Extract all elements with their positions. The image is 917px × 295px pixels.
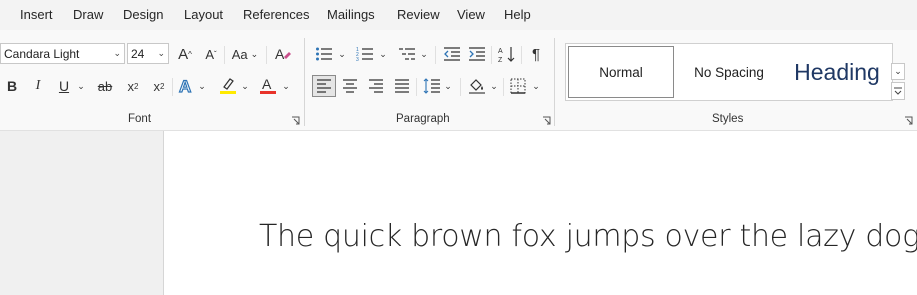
divider xyxy=(224,46,225,64)
paragraph-group-label: Paragraph xyxy=(396,113,450,125)
change-case-label: Aa xyxy=(231,46,248,62)
group-divider xyxy=(554,38,555,126)
style-normal-label: Normal xyxy=(599,64,643,80)
divider xyxy=(460,78,461,96)
menu-references[interactable]: References xyxy=(243,7,309,22)
subscript-icon[interactable]: x2 xyxy=(122,75,144,97)
ribbon: Candara Light ⌄ 24 ⌄ A ^ Aˇ Aa ⌄ A B I U ⌄… xyxy=(0,30,917,131)
menu-help[interactable]: Help xyxy=(504,7,531,22)
show-formatting-marks-icon[interactable]: ¶ xyxy=(526,43,546,65)
divider xyxy=(266,46,267,64)
svg-text:A: A xyxy=(498,48,503,55)
style-no-spacing-label: No Spacing xyxy=(694,64,764,80)
font-name-dropdown[interactable]: Candara Light ⌄ xyxy=(0,43,125,64)
change-case-button[interactable]: Aa ⌄ xyxy=(229,43,261,65)
group-divider xyxy=(304,38,305,126)
document-page[interactable]: The quick brown fox jumps over the lazy … xyxy=(163,131,917,295)
shrink-font-icon[interactable]: Aˇ xyxy=(200,43,222,65)
font-group-label: Font xyxy=(128,113,152,125)
chevron-down-icon[interactable]: ⌄ xyxy=(240,75,250,97)
chevron-down-icon: ⌄ xyxy=(250,48,259,59)
chevron-down-icon[interactable]: ⌄ xyxy=(378,43,388,65)
svg-text:3: 3 xyxy=(356,57,359,62)
paragraph-dialog-launcher-icon[interactable] xyxy=(542,116,551,125)
italic-icon[interactable]: I xyxy=(28,75,48,97)
decrease-indent-icon[interactable] xyxy=(441,43,463,65)
style-heading-label: Heading xyxy=(794,58,880,85)
divider xyxy=(172,78,173,96)
divider xyxy=(416,78,417,96)
divider xyxy=(491,46,492,64)
chevron-down-icon: ⌄ xyxy=(157,48,165,58)
align-center-icon[interactable] xyxy=(339,75,361,97)
chevron-down-icon[interactable]: ⌄ xyxy=(489,75,499,97)
document-text: The quick brown fox jumps over the lazy … xyxy=(259,219,917,254)
menu-insert[interactable]: Insert xyxy=(20,7,53,22)
underline-icon[interactable]: U xyxy=(54,75,74,97)
svg-text:Z: Z xyxy=(498,57,503,63)
chevron-down-icon[interactable]: ⌄ xyxy=(531,75,541,97)
divider xyxy=(503,78,504,96)
chevron-down-icon[interactable]: ⌄ xyxy=(443,75,453,97)
strikethrough-icon[interactable]: ab xyxy=(94,75,116,97)
grow-font-icon[interactable]: A ^ xyxy=(174,43,196,65)
align-left-icon[interactable] xyxy=(312,75,336,97)
style-normal[interactable]: Normal xyxy=(568,46,674,98)
borders-icon[interactable] xyxy=(507,75,529,97)
menu-mailings[interactable]: Mailings xyxy=(327,7,375,22)
font-size-dropdown[interactable]: 24 ⌄ xyxy=(127,43,169,64)
increase-indent-icon[interactable] xyxy=(466,43,488,65)
multilevel-list-icon[interactable] xyxy=(396,43,418,65)
chevron-down-icon: ⌄ xyxy=(113,48,121,58)
superscript-icon[interactable]: x2 xyxy=(148,75,170,97)
sort-icon[interactable]: AZ xyxy=(496,43,518,65)
menu-view[interactable]: View xyxy=(457,7,485,22)
divider xyxy=(435,46,436,64)
menu-layout[interactable]: Layout xyxy=(184,7,223,22)
highlight-color-icon[interactable] xyxy=(218,75,238,97)
menu-review[interactable]: Review xyxy=(397,7,440,22)
font-size-value: 24 xyxy=(131,47,145,61)
numbering-icon[interactable]: 123 xyxy=(354,43,376,65)
styles-group-label: Styles xyxy=(712,113,744,125)
svg-text:A: A xyxy=(179,77,191,95)
line-spacing-icon[interactable] xyxy=(421,75,443,97)
styles-dialog-launcher-icon[interactable] xyxy=(904,116,913,125)
chevron-down-icon[interactable]: ⌄ xyxy=(419,43,429,65)
style-heading[interactable]: Heading xyxy=(784,46,890,98)
chevron-down-icon[interactable]: ⌄ xyxy=(337,43,347,65)
bold-icon[interactable]: B xyxy=(2,75,22,97)
menu-design[interactable]: Design xyxy=(123,7,163,22)
font-dialog-launcher-icon[interactable] xyxy=(291,116,300,125)
svg-text:A: A xyxy=(275,46,285,62)
chevron-down-icon[interactable]: ⌄ xyxy=(76,75,86,97)
text-effects-icon[interactable]: A xyxy=(176,75,196,97)
font-name-value: Candara Light xyxy=(4,47,80,61)
styles-gallery: Normal No Spacing Heading xyxy=(565,43,893,101)
align-right-icon[interactable] xyxy=(365,75,387,97)
bullets-icon[interactable] xyxy=(313,43,335,65)
clear-formatting-icon[interactable]: A xyxy=(272,43,294,65)
shading-icon[interactable] xyxy=(466,75,488,97)
chevron-down-icon[interactable]: ⌄ xyxy=(281,75,291,97)
document-area: The quick brown fox jumps over the lazy … xyxy=(0,131,917,295)
chevron-down-icon[interactable]: ⌄ xyxy=(197,75,207,97)
style-no-spacing[interactable]: No Spacing xyxy=(678,46,780,98)
styles-more-icon[interactable] xyxy=(891,82,905,100)
font-color-icon[interactable]: A xyxy=(258,75,278,97)
justify-icon[interactable] xyxy=(391,75,413,97)
document-body[interactable]: The quick brown fox jumps over the lazy … xyxy=(259,219,917,255)
menu-draw[interactable]: Draw xyxy=(73,7,103,22)
svg-text:A: A xyxy=(262,76,272,92)
chevron-down-icon[interactable]: ⌄ xyxy=(891,63,905,80)
menu-bar: Insert Draw Design Layout References Mai… xyxy=(0,0,917,30)
divider xyxy=(521,46,522,64)
